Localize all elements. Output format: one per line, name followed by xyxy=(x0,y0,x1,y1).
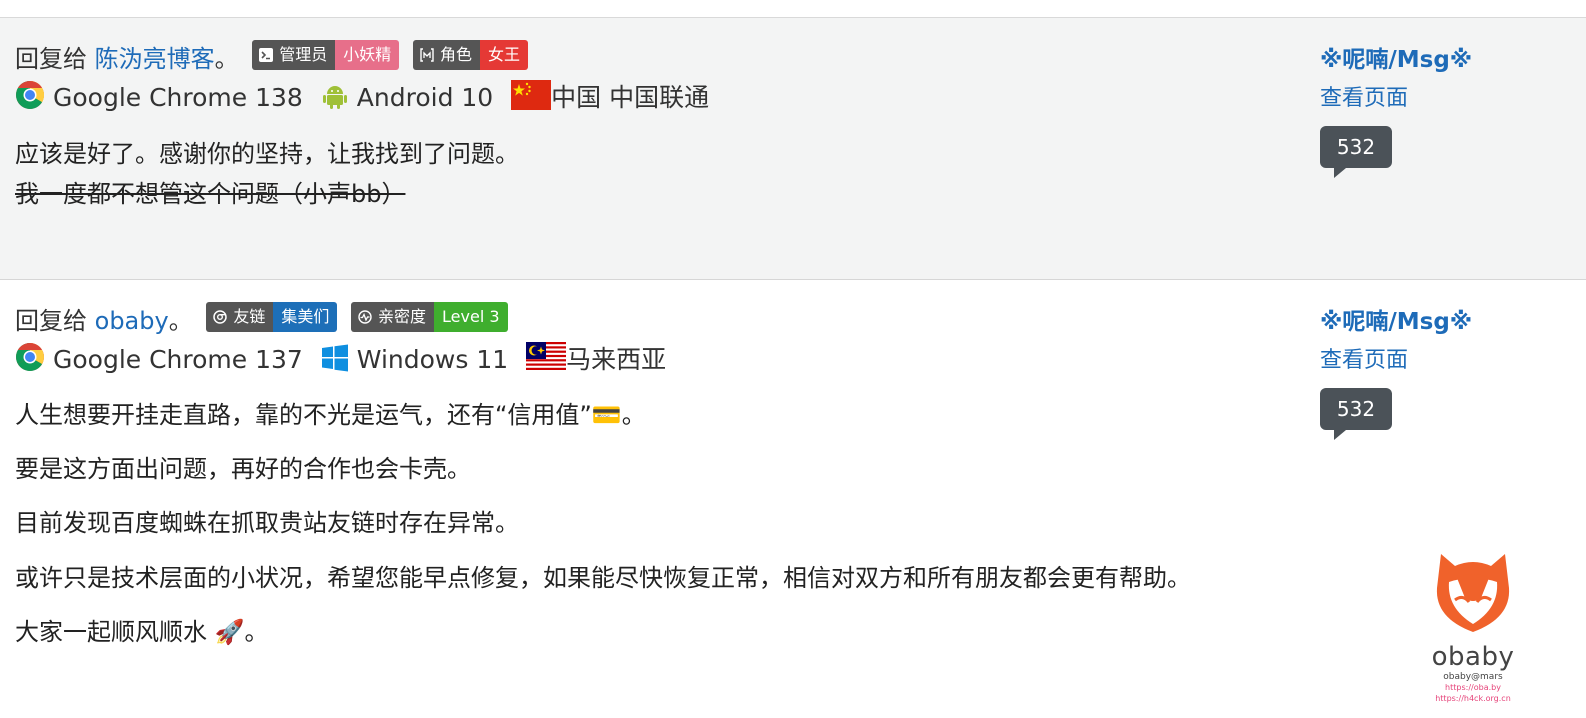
fox-logo-icon xyxy=(1436,554,1510,632)
china-flag-icon xyxy=(511,80,552,110)
comment-text: 或许只是技术层面的小状况，希望您能早点修复，如果能尽快恢复正常，相信对双方和所有… xyxy=(15,564,1191,592)
comment-count-bubble: 532 xyxy=(1320,126,1392,178)
comment-count-bubble: 532 xyxy=(1320,388,1392,440)
meta-line: Google Chrome 137 Windows 11 马来西亚 xyxy=(15,342,666,376)
reply-to-link[interactable]: 陈沩亮博客 xyxy=(95,45,215,73)
os-name: Android 10 xyxy=(356,83,494,112)
chrome-small-icon xyxy=(213,310,228,324)
badge-value: Level 3 xyxy=(434,302,508,332)
reply-suffix: 。 xyxy=(214,45,239,73)
reply-suffix: 。 xyxy=(168,307,193,335)
stamp-url: https://oba.by xyxy=(1445,683,1501,692)
comment-text: 应该是好了。感谢你的坚持，让我找到了问题。 xyxy=(15,140,519,168)
author-name[interactable]: ※呢喃/Msg※ xyxy=(1320,40,1472,74)
admin-badge: 管理员 小妖精 xyxy=(252,40,400,70)
badge-label: 角色 xyxy=(439,45,472,64)
comment-sidebar: ※呢喃/Msg※ 查看页面 532 xyxy=(1320,302,1472,440)
badge-value: 小妖精 xyxy=(335,40,400,70)
badge-label: 管理员 xyxy=(279,45,328,64)
comment-text: 人生想要开挂走直路，靠的不光是运气，还有“信用值”💳。 xyxy=(15,401,646,429)
comment-item: 回复给 obaby。 友链 集美们 亲密度 Level 3 Google Chr… xyxy=(0,281,1586,718)
badge-value: 集美们 xyxy=(273,302,338,332)
badge-label: 亲密度 xyxy=(378,307,427,326)
badge-label: 友链 xyxy=(233,307,266,326)
reply-prefix: 回复给 xyxy=(15,307,87,335)
reply-line: 回复给 陈沩亮博客。 管理员 小妖精 角色 女王 xyxy=(15,40,528,75)
meta-line: Google Chrome 138 Android 10 中国 中国联通 xyxy=(15,80,709,114)
chrome-icon xyxy=(16,343,44,371)
intimacy-badge: 亲密度 Level 3 xyxy=(351,302,508,332)
badge-value: 女王 xyxy=(479,40,528,70)
view-page-link[interactable]: 查看页面 xyxy=(1320,80,1472,112)
friend-link-badge: 友链 集美们 xyxy=(206,302,338,332)
os-name: Windows 11 xyxy=(356,345,509,374)
windows-icon xyxy=(321,344,348,372)
stamp-brand: obaby xyxy=(1431,642,1515,672)
strikethrough-text: 我一度都不想管这个问题（小声bb） xyxy=(15,180,406,208)
reply-to-link[interactable]: obaby xyxy=(95,307,169,335)
obaby-stamp: obaby obaby@mars https://oba.by https://… xyxy=(1428,548,1518,703)
browser-name: Google Chrome 138 xyxy=(53,83,303,112)
malaysia-flag-icon xyxy=(526,342,567,372)
comment-text: 大家一起顺风顺水 🚀。 xyxy=(15,618,269,646)
author-name[interactable]: ※呢喃/Msg※ xyxy=(1320,302,1472,336)
reply-line: 回复给 obaby。 友链 集美们 亲密度 Level 3 xyxy=(15,302,508,337)
view-page-link[interactable]: 查看页面 xyxy=(1320,342,1472,374)
location-text: 马来西亚 xyxy=(566,345,667,374)
chrome-icon xyxy=(16,81,44,109)
comment-text: 目前发现百度蜘蛛在抓取贵站友链时存在异常。 xyxy=(15,509,519,537)
pulse-icon xyxy=(358,310,372,324)
android-icon xyxy=(322,86,347,109)
terminal-icon xyxy=(259,48,274,62)
comment-item: 回复给 陈沩亮博客。 管理员 小妖精 角色 女王 Google Chrome 1… xyxy=(0,18,1586,280)
reply-prefix: 回复给 xyxy=(15,45,87,73)
comment-sidebar: ※呢喃/Msg※ 查看页面 532 xyxy=(1320,40,1472,178)
location-text: 中国 中国联通 xyxy=(551,83,710,112)
stamp-url: https://h4ck.org.cn xyxy=(1435,694,1511,703)
comment-text: 要是这方面出问题，再好的合作也会卡壳。 xyxy=(15,455,471,483)
bracket-m-icon xyxy=(420,48,434,62)
role-badge: 角色 女王 xyxy=(412,40,528,70)
stamp-handle: obaby@mars xyxy=(1443,672,1503,682)
browser-name: Google Chrome 137 xyxy=(53,345,303,374)
